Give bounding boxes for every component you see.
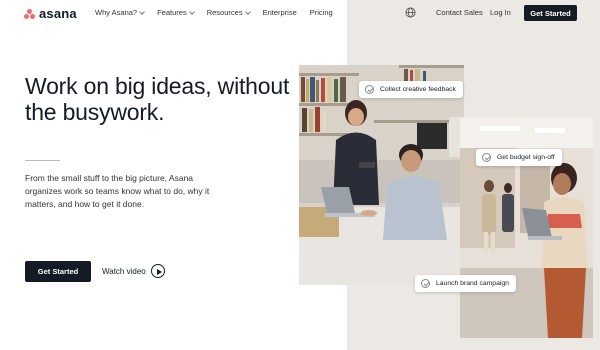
watch-video-button[interactable]: Watch video [102, 264, 165, 278]
chevron-down-icon [188, 8, 195, 15]
nav-features-label: Features [157, 8, 187, 17]
nav-enterprise-label: Enterprise [262, 8, 297, 17]
nav-resources-label: Resources [206, 8, 243, 17]
check-circle-icon [421, 279, 430, 288]
hero-headline: Work on big ideas, without the busywork. [25, 73, 290, 125]
nav-why-asana-label: Why Asana? [95, 8, 138, 17]
nav-pricing-label: Pricing [309, 8, 333, 17]
nav-get-started-button[interactable]: Get Started [524, 5, 577, 21]
log-in-link[interactable]: Log In [490, 8, 511, 17]
top-navigation: asana Why Asana? Features Resources Ente… [0, 0, 600, 26]
nav-why-asana[interactable]: Why Asana? [95, 8, 145, 17]
nav-links: Why Asana? Features Resources Enterprise… [95, 8, 346, 17]
nav-pricing[interactable]: Pricing [310, 8, 333, 17]
play-icon [150, 264, 165, 278]
hero-subtext: From the small stuff to the big picture,… [25, 173, 210, 209]
get-started-button[interactable]: Get Started [25, 261, 91, 282]
task-chip-budget-signoff: Get budget sign-off [476, 149, 562, 166]
asana-logo-icon [24, 8, 35, 19]
nav-resources[interactable]: Resources [206, 8, 251, 17]
chevron-down-icon [244, 8, 251, 15]
contact-sales-link[interactable]: Contact Sales [436, 8, 483, 17]
watch-video-label: Watch video [102, 266, 146, 276]
check-circle-icon [482, 153, 491, 162]
asana-logo[interactable]: asana [24, 6, 77, 21]
hero-divider [25, 160, 60, 161]
check-circle-icon [365, 85, 374, 94]
nav-enterprise[interactable]: Enterprise [263, 8, 297, 17]
chevron-down-icon [139, 8, 145, 15]
task-chip-label: Get budget sign-off [497, 154, 555, 161]
task-chip-collect-feedback: Collect creative feedback [359, 81, 463, 98]
globe-icon[interactable] [405, 7, 416, 18]
brand-name: asana [39, 6, 77, 21]
task-chip-label: Collect creative feedback [380, 86, 456, 93]
office-photo-team [299, 65, 464, 285]
task-chip-launch-campaign: Launch brand campaign [415, 275, 516, 292]
nav-features[interactable]: Features [157, 8, 195, 17]
task-chip-label: Launch brand campaign [436, 280, 509, 287]
